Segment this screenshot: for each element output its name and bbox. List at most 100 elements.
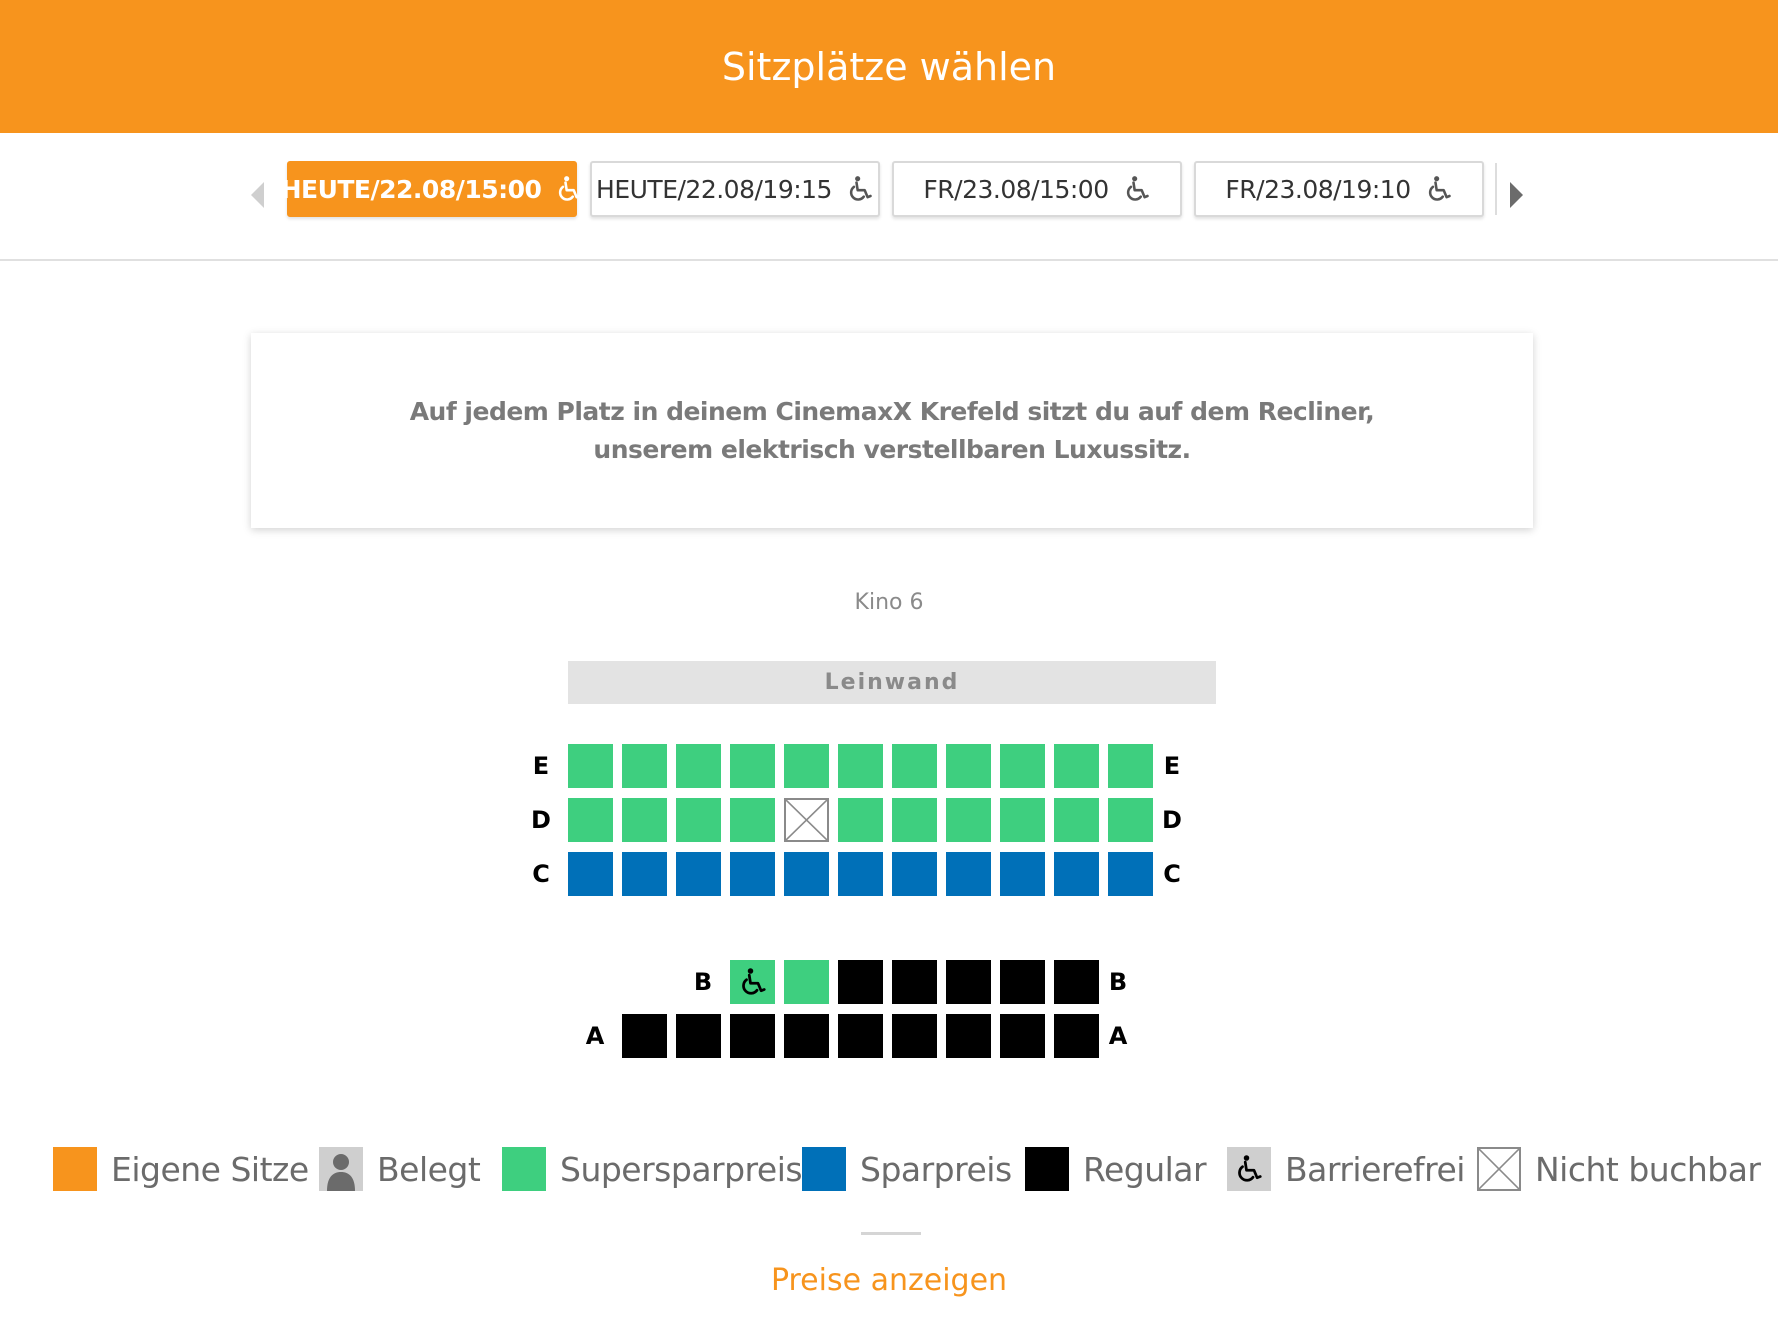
seat-E-3[interactable] [676, 744, 721, 788]
showtime-tab-label: HEUTE/22.08/19:15 [596, 174, 832, 204]
seat-E-9[interactable] [1000, 744, 1045, 788]
seat-D-3[interactable] [676, 798, 721, 842]
row-label-left: C [532, 860, 550, 888]
info-text: Auf jedem Platz in deinem CinemaxX Krefe… [409, 396, 1375, 464]
legend-swatch [502, 1147, 546, 1191]
legend-swatch [802, 1147, 846, 1191]
legend: Eigene Sitze Belegt Supersparpreis Sparprei… [0, 1145, 1778, 1193]
seat-C-6[interactable] [838, 852, 883, 896]
divider [1495, 163, 1497, 215]
seat-B-6[interactable] [1000, 960, 1045, 1004]
seat-D-5 [784, 798, 829, 842]
seat-A-1[interactable] [622, 1014, 667, 1058]
seat-C-4[interactable] [730, 852, 775, 896]
showtime-tab-label: HEUTE/22.08/15:00 [280, 174, 542, 204]
cross-icon [786, 800, 827, 840]
seat-B-2[interactable] [784, 960, 829, 1004]
seat-B-4[interactable] [892, 960, 937, 1004]
seat-C-10[interactable] [1054, 852, 1099, 896]
showtime-tab[interactable]: FR/23.08/15:00 [892, 161, 1182, 217]
cross-icon [1477, 1147, 1521, 1191]
row-label-left: E [532, 752, 550, 780]
wheelchair-icon [555, 175, 583, 203]
seat-E-6[interactable] [838, 744, 883, 788]
row-label-right: D [1162, 806, 1182, 834]
seat-E-8[interactable] [946, 744, 991, 788]
seat-E-1[interactable] [568, 744, 613, 788]
seat-E-7[interactable] [892, 744, 937, 788]
legend-label: Barrierefrei [1285, 1149, 1465, 1189]
legend-item-regular: Regular [1025, 1145, 1207, 1193]
wheelchair-icon [1425, 175, 1453, 203]
row-label-right: E [1163, 752, 1181, 780]
person-icon [319, 1147, 363, 1191]
show-prices-link[interactable]: Preise anzeigen [0, 1263, 1778, 1298]
legend-item-eigene-sitze: Eigene Sitze [53, 1145, 309, 1193]
seat-D-2[interactable] [622, 798, 667, 842]
seat-B-5[interactable] [946, 960, 991, 1004]
seat-D-10[interactable] [1054, 798, 1099, 842]
legend-item-nicht-buchbar: Nicht buchbar [1477, 1145, 1761, 1193]
seat-B-3[interactable] [838, 960, 883, 1004]
wheelchair-icon [738, 967, 768, 997]
legend-item-belegt: Belegt [319, 1145, 481, 1193]
showtime-tab[interactable]: HEUTE/22.08/15:00 [281, 161, 582, 217]
seat-A-7[interactable] [946, 1014, 991, 1058]
seat-D-4[interactable] [730, 798, 775, 842]
legend-label: Belegt [377, 1149, 481, 1189]
prev-showtimes-button[interactable] [242, 173, 272, 217]
row-label-left: A [585, 1022, 605, 1050]
seat-D-11[interactable] [1108, 798, 1153, 842]
legend-item-supersparpreis: Supersparpreis [502, 1145, 803, 1193]
cinema-screen: Leinwand [568, 661, 1216, 704]
page-title: Sitzplätze wählen [721, 44, 1057, 89]
seat-B-1[interactable] [730, 960, 775, 1004]
seat-B-7[interactable] [1054, 960, 1099, 1004]
showtime-selector: HEUTE/22.08/15:00 HEUTE/22.08/19:15 FR/23.… [0, 133, 1778, 261]
seat-D-7[interactable] [892, 798, 937, 842]
showtime-tab[interactable]: FR/23.08/19:10 [1194, 161, 1484, 217]
next-showtimes-button[interactable] [1501, 173, 1531, 217]
screen-label: Leinwand [824, 670, 960, 695]
wheelchair-icon [846, 175, 874, 203]
seat-D-8[interactable] [946, 798, 991, 842]
row-label-right: A [1108, 1022, 1128, 1050]
seat-C-9[interactable] [1000, 852, 1045, 896]
seat-A-2[interactable] [676, 1014, 721, 1058]
seat-C-1[interactable] [568, 852, 613, 896]
seat-A-5[interactable] [838, 1014, 883, 1058]
legend-swatch [53, 1147, 97, 1191]
legend-swatch [1025, 1147, 1069, 1191]
seat-C-2[interactable] [622, 852, 667, 896]
seat-E-10[interactable] [1054, 744, 1099, 788]
showtime-tab-label: FR/23.08/19:10 [1225, 174, 1411, 204]
seat-A-8[interactable] [1000, 1014, 1045, 1058]
chevron-left-icon [250, 182, 264, 208]
seat-E-11[interactable] [1108, 744, 1153, 788]
legend-label: Sparpreis [860, 1149, 1012, 1189]
seat-C-5[interactable] [784, 852, 829, 896]
legend-label: Regular [1083, 1149, 1207, 1189]
wheelchair-icon [1227, 1147, 1271, 1191]
seat-C-7[interactable] [892, 852, 937, 896]
seat-C-3[interactable] [676, 852, 721, 896]
seat-A-6[interactable] [892, 1014, 937, 1058]
row-label-right: C [1163, 860, 1181, 888]
wheelchair-icon [1123, 175, 1151, 203]
seat-D-6[interactable] [838, 798, 883, 842]
seat-E-5[interactable] [784, 744, 829, 788]
chevron-right-icon [1509, 182, 1523, 208]
seat-A-9[interactable] [1054, 1014, 1099, 1058]
divider [861, 1232, 921, 1235]
info-banner: Auf jedem Platz in deinem CinemaxX Krefe… [251, 333, 1533, 528]
seat-E-4[interactable] [730, 744, 775, 788]
seat-A-3[interactable] [730, 1014, 775, 1058]
seat-D-9[interactable] [1000, 798, 1045, 842]
legend-item-barrierefrei: Barrierefrei [1227, 1145, 1465, 1193]
seat-E-2[interactable] [622, 744, 667, 788]
seat-C-8[interactable] [946, 852, 991, 896]
showtime-tab[interactable]: HEUTE/22.08/19:15 [590, 161, 880, 217]
seat-C-11[interactable] [1108, 852, 1153, 896]
seat-A-4[interactable] [784, 1014, 829, 1058]
seat-D-1[interactable] [568, 798, 613, 842]
